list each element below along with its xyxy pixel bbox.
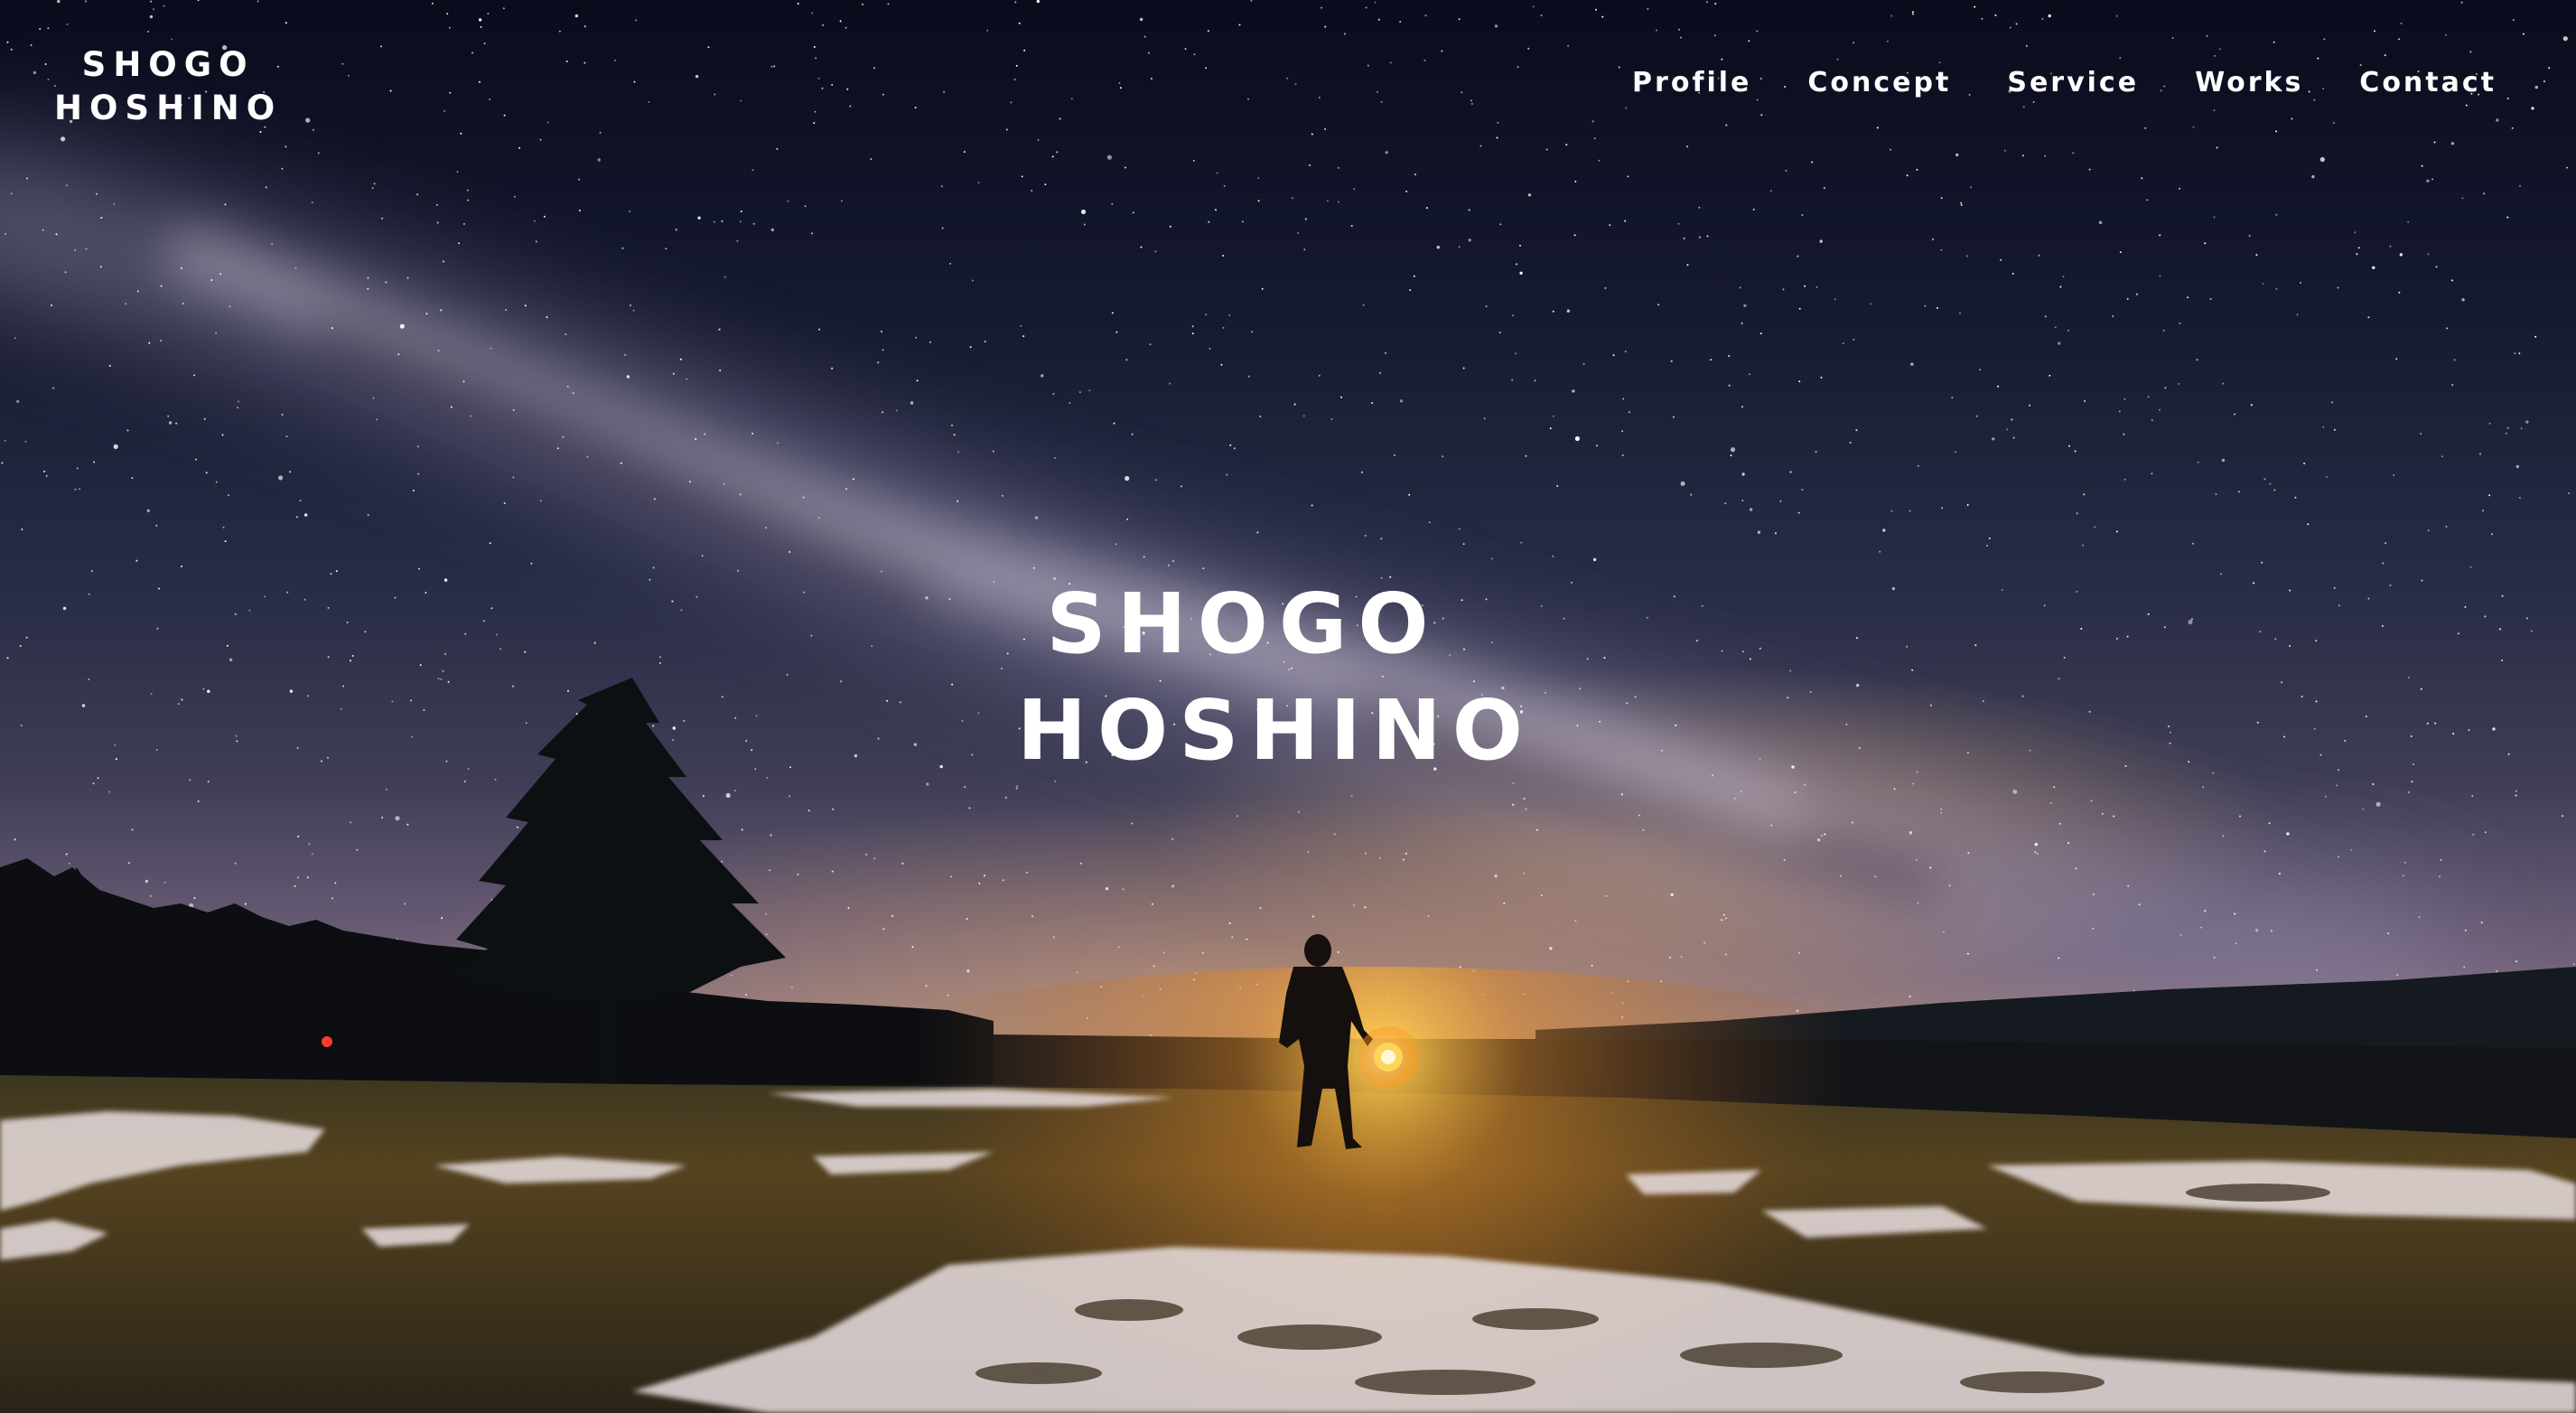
hero-title-line-1: SHOGO: [1046, 575, 1440, 672]
hero-page: SHOGO HOSHINO Profile Concept Service Wo…: [0, 0, 2576, 1413]
nav-item-contact[interactable]: Contact: [2359, 65, 2497, 101]
site-logo[interactable]: SHOGO HOSHINO: [54, 43, 282, 130]
nav-item-service[interactable]: Service: [2007, 65, 2139, 101]
hero-title: SHOGO HOSHINO: [1017, 571, 1534, 784]
hero-title-line-2: HOSHINO: [1017, 682, 1534, 779]
logo-line-2: HOSHINO: [54, 89, 283, 127]
nav-item-concept[interactable]: Concept: [1807, 65, 1951, 101]
main-nav: Profile Concept Service Works Contact: [1632, 65, 2497, 101]
logo-line-1: SHOGO: [81, 45, 255, 84]
nav-item-works[interactable]: Works: [2195, 65, 2303, 101]
nav-item-profile[interactable]: Profile: [1632, 65, 1751, 101]
